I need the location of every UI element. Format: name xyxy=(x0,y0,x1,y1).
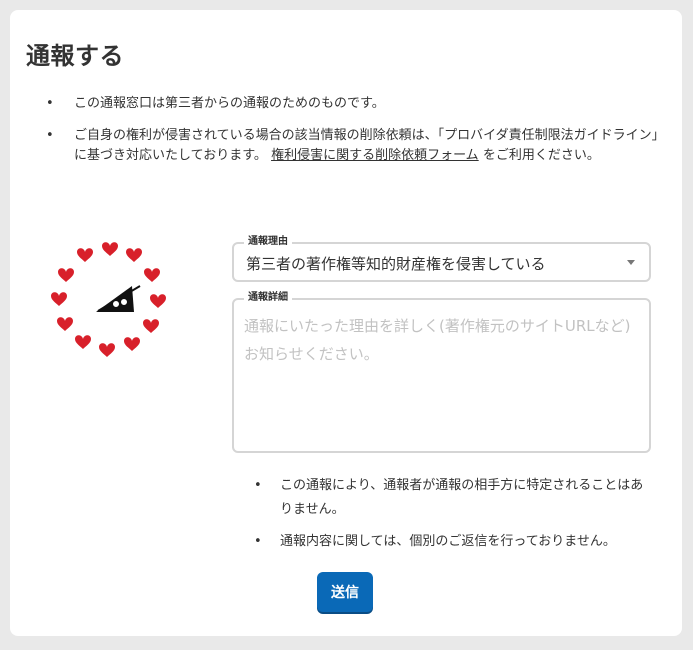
heart-icon xyxy=(51,292,67,306)
reason-select[interactable]: 通報理由 第三者の著作権等知的財産権を侵害している xyxy=(232,235,651,282)
footnote-item: • この通報により、通報者が通報の相手方に特定されることはありません。 xyxy=(250,474,650,522)
bullet: • xyxy=(46,96,54,111)
bullet: • xyxy=(254,478,262,493)
footnote-text: 通報内容に関しては、個別のご返信を行っておりません。 xyxy=(280,534,616,549)
footnote-item: • 通報内容に関しては、個別のご返信を行っておりません。 xyxy=(250,530,650,554)
note-text: をご利用ください。 xyxy=(482,148,600,163)
submit-button[interactable]: 送信 xyxy=(317,572,373,612)
reason-selected-value: 第三者の著作権等知的財産権を侵害している xyxy=(246,255,546,273)
heart-icon xyxy=(143,319,159,333)
heart-icon xyxy=(99,343,115,357)
heart-icon xyxy=(144,268,160,282)
footnotes: • この通報により、通報者が通報の相手方に特定されることはありません。 • 通報… xyxy=(250,474,650,562)
details-field: 通報詳細 xyxy=(232,291,651,453)
details-textarea[interactable] xyxy=(234,300,649,451)
footnote-text: この通報により、通報者が通報の相手方に特定されることはありません。 xyxy=(280,478,644,517)
heart-icon xyxy=(75,335,91,349)
report-card: 通報する • この通報窓口は第三者からの通報のためのものです。 • ご自身の権利… xyxy=(10,10,682,636)
note-text: この通報窓口は第三者からの通報のためのものです。 xyxy=(74,96,385,111)
illustration-graphic xyxy=(51,242,166,357)
tent-icon xyxy=(96,285,141,312)
bullet: • xyxy=(46,128,54,143)
heart-icon xyxy=(150,294,166,308)
reason-label: 通報理由 xyxy=(244,235,292,249)
heart-icon xyxy=(126,248,142,262)
bullet: • xyxy=(254,534,262,549)
info-notes: • この通報窓口は第三者からの通報のためのものです。 • ご自身の権利が侵害され… xyxy=(30,94,660,178)
heart-icon xyxy=(77,248,93,262)
heart-icon xyxy=(124,337,140,351)
hearts-ring-tent-icon xyxy=(46,236,176,366)
heart-icon xyxy=(57,317,73,331)
removal-request-form-link[interactable]: 権利侵害に関する削除依頼フォーム xyxy=(271,148,479,163)
chevron-down-icon xyxy=(627,260,635,265)
heart-icon xyxy=(58,268,74,282)
note-item: • ご自身の権利が侵害されている場合の該当情報の削除依頼は、「プロバイダ責任制限… xyxy=(30,126,660,166)
heart-icon xyxy=(102,242,118,256)
note-item: • この通報窓口は第三者からの通報のためのものです。 xyxy=(30,94,660,114)
page-title: 通報する xyxy=(26,42,124,70)
